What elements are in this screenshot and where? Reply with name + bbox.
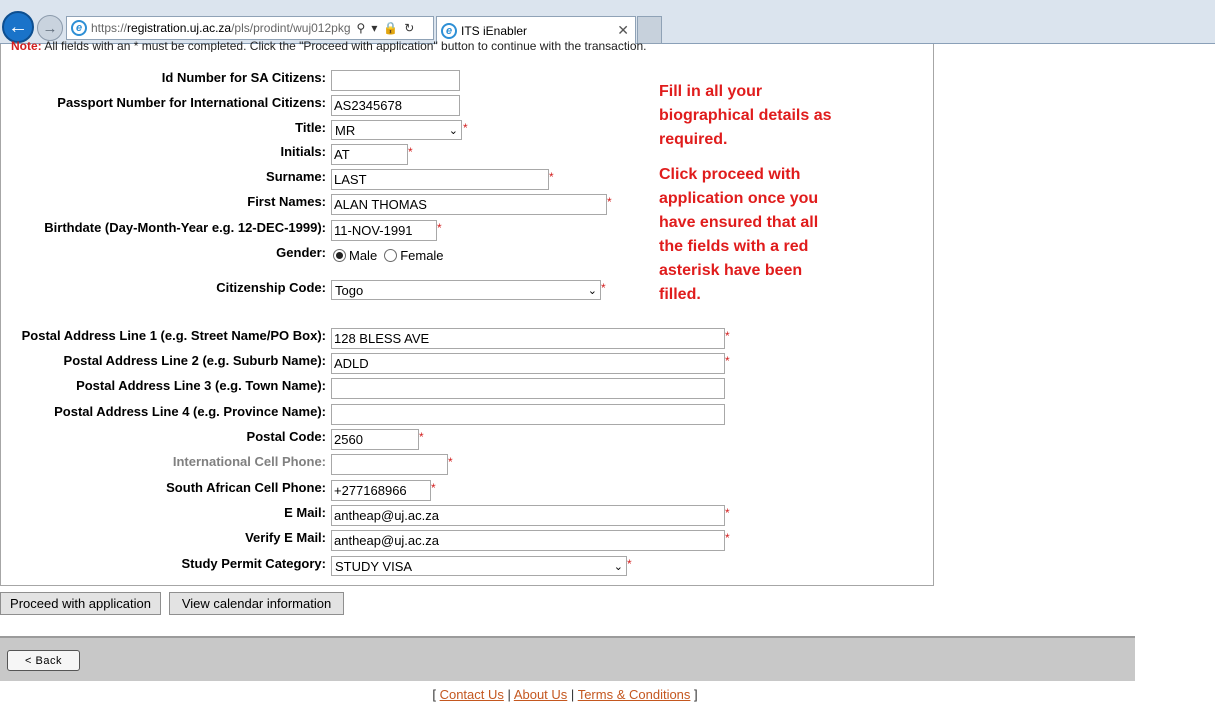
required-marker: * xyxy=(549,170,554,184)
note-label: Note: xyxy=(11,40,42,52)
email-label: E Mail: xyxy=(284,505,326,520)
chevron-down-icon: ⌄ xyxy=(448,124,458,137)
postal3-input[interactable] xyxy=(331,378,725,399)
refresh-icon[interactable]: ↻ xyxy=(404,21,414,35)
required-marker: * xyxy=(408,145,413,159)
footer-bracket-close: ] xyxy=(694,687,698,702)
contact-us-link[interactable]: Contact Us xyxy=(440,687,504,702)
terms-link[interactable]: Terms & Conditions xyxy=(578,687,691,702)
passport-label: Passport Number for International Citize… xyxy=(57,95,326,110)
gender-female-radio[interactable] xyxy=(384,249,398,262)
url-text: https://registration.uj.ac.za/pls/prodin… xyxy=(91,21,351,35)
url-path: /pls/prodint/wuj012pkg xyxy=(231,21,351,35)
gender-female-label: Female xyxy=(400,248,444,263)
required-marker: * xyxy=(725,531,730,545)
about-us-link[interactable]: About Us xyxy=(514,687,567,702)
view-calendar-button[interactable]: View calendar information xyxy=(169,592,344,615)
required-marker: * xyxy=(725,329,730,343)
postal2-label: Postal Address Line 2 (e.g. Suburb Name)… xyxy=(63,353,326,368)
gender-radio-group: Male Female xyxy=(333,248,451,263)
address-bar[interactable]: e https://registration.uj.ac.za/pls/prod… xyxy=(66,16,434,40)
postal3-label: Postal Address Line 3 (e.g. Town Name): xyxy=(76,378,326,393)
footer-bracket-open: [ xyxy=(432,687,436,702)
browser-toolbar: ← → e https://registration.uj.ac.za/pls/… xyxy=(0,0,1215,44)
required-marker: * xyxy=(448,455,453,469)
gender-male-radio[interactable] xyxy=(333,249,346,262)
back-arrow-icon[interactable]: ← xyxy=(2,11,34,43)
birthdate-label: Birthdate (Day-Month-Year e.g. 12-DEC-19… xyxy=(44,220,326,235)
id-number-input[interactable] xyxy=(331,70,460,91)
note-text: Note: All fields with an * must be compl… xyxy=(11,40,647,52)
gender-label: Gender: xyxy=(276,245,326,260)
postal-code-label: Postal Code: xyxy=(246,429,326,444)
study-permit-value: STUDY VISA xyxy=(335,558,413,574)
postal4-label: Postal Address Line 4 (e.g. Province Nam… xyxy=(54,404,326,419)
first-names-input[interactable]: ALAN THOMAS xyxy=(331,194,607,215)
title-value: MR xyxy=(335,122,356,138)
title-select[interactable]: MR ⌄ xyxy=(331,120,462,140)
surname-input[interactable]: LAST xyxy=(331,169,549,190)
hint-proceed: Click proceed with application once you … xyxy=(659,166,819,303)
required-marker: * xyxy=(627,557,632,571)
intl-cell-input[interactable] xyxy=(331,454,448,475)
email-input[interactable]: antheap@uj.ac.za xyxy=(331,505,725,526)
forward-arrow-icon[interactable]: → xyxy=(37,15,63,41)
required-marker: * xyxy=(607,195,612,209)
postal1-label: Postal Address Line 1 (e.g. Street Name/… xyxy=(21,328,326,343)
citizenship-label: Citizenship Code: xyxy=(216,280,326,295)
postal-code-input[interactable]: 2560 xyxy=(331,429,419,450)
required-marker: * xyxy=(601,281,606,295)
gender-male-label: Male xyxy=(349,248,378,263)
required-marker: * xyxy=(419,430,424,444)
dropdown-icon[interactable]: ▾ xyxy=(371,21,377,35)
back-button[interactable]: < Back xyxy=(7,650,80,671)
postal1-input[interactable]: 128 BLESS AVE xyxy=(331,328,725,349)
hint-instructions: Fill in all your biographical details as… xyxy=(659,83,832,148)
url-prefix: https:// xyxy=(91,21,128,35)
postal2-input[interactable]: ADLD xyxy=(331,353,725,374)
postal4-input[interactable] xyxy=(331,404,725,425)
study-permit-label: Study Permit Category: xyxy=(181,556,326,571)
initials-input[interactable]: AT xyxy=(331,144,408,165)
search-icon[interactable]: ⚲ xyxy=(357,21,366,35)
lock-icon[interactable]: 🔒 xyxy=(383,21,398,35)
surname-label: Surname: xyxy=(266,169,326,184)
sa-cell-label: South African Cell Phone: xyxy=(166,480,326,495)
tab-title: ITS iEnabler xyxy=(461,23,528,38)
navigation-bar: < Back xyxy=(0,636,1135,681)
address-tools: ⚲ ▾ 🔒 ↻ xyxy=(357,21,415,35)
verify-email-input[interactable]: antheap@uj.ac.za xyxy=(331,530,725,551)
chevron-down-icon: ⌄ xyxy=(613,560,623,573)
first-names-label: First Names: xyxy=(247,194,326,209)
required-marker: * xyxy=(431,481,436,495)
ie-logo-icon: e xyxy=(71,20,87,36)
required-marker: * xyxy=(725,354,730,368)
close-icon[interactable]: ✕ xyxy=(617,22,629,39)
required-marker: * xyxy=(463,121,468,135)
required-marker: * xyxy=(437,221,442,235)
sa-cell-input[interactable]: +277168966 xyxy=(331,480,431,501)
note-body: All fields with an * must be completed. … xyxy=(44,40,647,52)
footer-links: [ Contact Us | About Us | Terms & Condit… xyxy=(0,687,1130,702)
verify-email-label: Verify E Mail: xyxy=(245,530,326,545)
tab-ie-icon: e xyxy=(441,22,457,39)
intl-cell-label: International Cell Phone: xyxy=(172,454,326,469)
citizenship-value: Togo xyxy=(335,282,364,298)
url-domain: registration.uj.ac.za xyxy=(127,21,232,35)
passport-input[interactable]: AS2345678 xyxy=(331,95,460,116)
citizenship-select[interactable]: Togo ⌄ xyxy=(331,280,601,300)
study-permit-select[interactable]: STUDY VISA ⌄ xyxy=(331,556,627,576)
chevron-down-icon: ⌄ xyxy=(587,284,597,297)
proceed-button[interactable]: Proceed with application xyxy=(0,592,161,615)
initials-label: Initials: xyxy=(280,144,326,159)
id-number-label: Id Number for SA Citizens: xyxy=(161,70,326,85)
footer-separator: | xyxy=(507,687,511,702)
footer-separator: | xyxy=(570,687,575,702)
birthdate-input[interactable]: 11-NOV-1991 xyxy=(331,220,437,241)
title-label: Title: xyxy=(295,120,326,135)
required-marker: * xyxy=(725,506,730,520)
